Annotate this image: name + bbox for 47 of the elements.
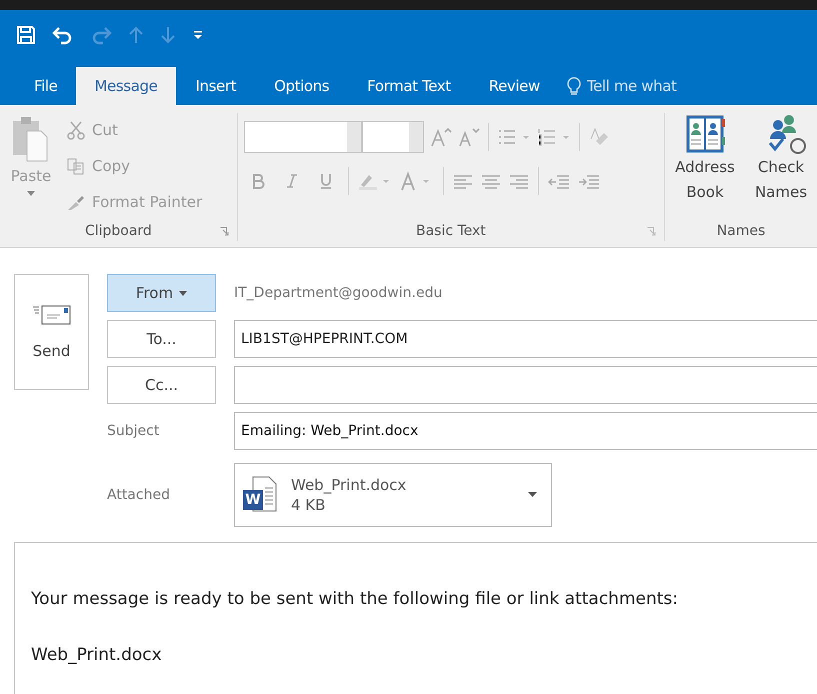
dialog-launcher-icon[interactable] (220, 227, 229, 236)
lightbulb-icon (566, 76, 581, 96)
font-size-dropdown[interactable] (362, 121, 424, 153)
caret-icon[interactable] (528, 492, 537, 497)
subject-field[interactable]: Emailing: Web_Print.docx (234, 412, 817, 450)
cc-field[interactable] (234, 366, 817, 404)
shrink-font-icon[interactable] (458, 127, 480, 147)
from-address: IT_Department@goodwin.edu (234, 285, 442, 301)
clear-formatting-icon[interactable] (588, 127, 610, 147)
ribbon-tab[interactable]: Insert (176, 67, 256, 105)
message-body[interactable]: Your message is ready to be sent with the following file or link attachments: Web_Print.docx (14, 542, 817, 694)
attached-label: Attached (107, 487, 171, 503)
group-label: Basic Text (416, 223, 486, 239)
file-size: 4 KB (291, 496, 326, 514)
bullets-icon[interactable] (496, 127, 531, 147)
to-button[interactable]: To... (107, 320, 216, 358)
ribbon-tab[interactable]: Options (255, 67, 348, 105)
ribbon-tab[interactable]: File (14, 67, 76, 105)
subject-label: Subject (107, 423, 160, 439)
group-label: Clipboard (84, 223, 152, 239)
body-text: Web_Print.docx (31, 645, 163, 665)
tell-me-field[interactable]: Tell me what (586, 77, 707, 95)
ribbon-tab[interactable]: Message (76, 67, 176, 105)
from-button[interactable]: From (107, 274, 216, 312)
grow-font-icon[interactable] (430, 127, 452, 147)
names-button[interactable]: Check Names (745, 113, 817, 221)
save-icon[interactable] (16, 25, 36, 45)
numbering-icon[interactable] (536, 127, 571, 147)
envelope-icon (32, 304, 72, 326)
copy-icon (66, 156, 86, 176)
ribbon-tab[interactable]: Format Text (348, 67, 470, 105)
names-button[interactable]: Address Book (669, 113, 741, 221)
undo-icon[interactable] (52, 25, 74, 45)
to-field[interactable]: LIB1ST@HPEPRINT.COM (234, 320, 817, 358)
body-text: Your message is ready to be sent with the following file or link attachments: (31, 589, 680, 609)
caret-icon (27, 191, 35, 196)
ribbon-tab[interactable]: Review (470, 67, 559, 105)
dialog-launcher-icon[interactable] (647, 227, 656, 236)
customize-icon[interactable] (192, 29, 204, 41)
file-name: Web_Print.docx (291, 476, 406, 494)
cc-button[interactable]: Cc... (107, 366, 216, 404)
font-name-dropdown[interactable] (244, 121, 362, 153)
send-button[interactable]: Send (14, 274, 89, 390)
group-label: Names (716, 223, 766, 239)
scissors-icon (66, 120, 86, 140)
caret-icon (179, 290, 188, 296)
attachment-card[interactable]: W Web_Print.docx 4 KB (234, 463, 552, 527)
